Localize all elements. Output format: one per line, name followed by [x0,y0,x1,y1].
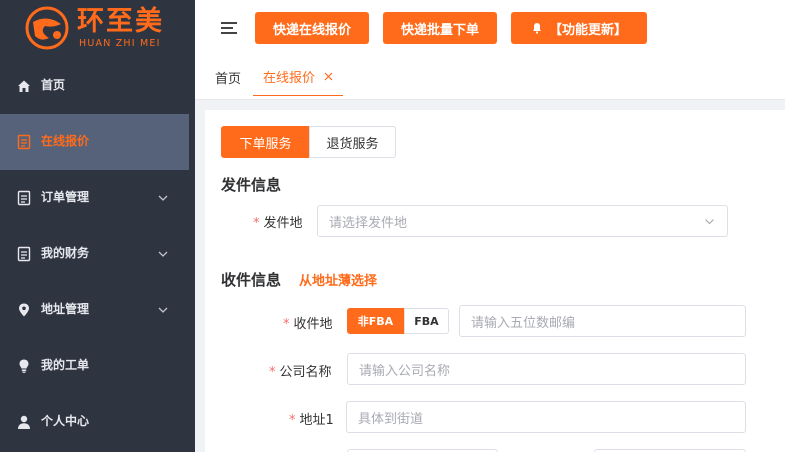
company-input[interactable]: 请输入公司名称 [347,353,746,385]
chevron-down-icon [705,219,714,225]
sidebar-item-home[interactable]: 首页 [0,58,195,114]
address1-placeholder: 具体到街道 [358,411,424,427]
menu-toggle-icon[interactable] [221,21,237,35]
sender-section-title: 发件信息 [221,176,282,194]
sidebar-item-online-quote[interactable]: 在线报价 [0,114,189,170]
postcode-input[interactable]: 请输入五位数邮编 [459,305,746,337]
address-book-link[interactable]: 从地址薄选择 [299,270,377,289]
sidebar-item-label: 我的财务 [41,246,90,260]
brand-subtitle: HUAN ZHI MEI [79,38,161,49]
lightbulb-icon [19,359,29,373]
document-icon [17,134,31,150]
sidebar: 环至美 HUAN ZHI MEI 首页 在线报价 订单管理 我的财务 地址管理 … [0,0,195,452]
recipient-section-title: 收件信息 [221,271,282,289]
globe-logo-icon [25,6,69,50]
close-icon[interactable] [324,72,333,81]
origin-select[interactable]: 请选择发件地 [317,205,728,237]
non-fba-toggle[interactable]: 非FBA [347,308,404,334]
chevron-down-icon [158,307,168,313]
sidebar-item-label: 在线报价 [41,134,90,148]
button-label: 快递批量下单 [400,22,479,38]
address1-label: * 地址1 [289,413,334,428]
home-icon [18,80,30,92]
sidebar-item-label: 我的工单 [41,358,90,372]
brand-logo[interactable]: 环至美 HUAN ZHI MEI [25,4,175,52]
return-service-tab[interactable]: 退货服务 [309,126,396,158]
chevron-down-icon [158,251,168,257]
address1-input[interactable]: 具体到街道 [346,401,746,433]
destination-label: * 收件地 [283,317,333,332]
sidebar-item-tickets[interactable]: 我的工单 [0,338,195,394]
online-quote-button[interactable]: 快递在线报价 [255,12,369,44]
sidebar-item-label: 首页 [41,78,66,92]
fba-toggle[interactable]: FBA [404,308,449,334]
user-icon [18,415,30,429]
page-tabs: 首页 在线报价 [195,58,785,100]
document-icon [17,190,31,206]
tab-online-quote[interactable]: 在线报价 [253,58,344,96]
tab-home[interactable]: 首页 [215,58,241,96]
batch-order-button[interactable]: 快递批量下单 [383,12,497,44]
segment-label: FBA [414,314,439,328]
segment-label: 退货服务 [326,136,379,152]
sidebar-item-label: 订单管理 [41,190,90,204]
location-icon [19,303,29,317]
sidebar-item-label: 地址管理 [41,302,90,316]
tab-label: 在线报价 [263,71,316,86]
button-label: 快递在线报价 [272,22,351,38]
origin-label: * 发件地 [253,216,303,231]
chevron-down-icon [158,195,168,201]
sidebar-menu: 首页 在线报价 订单管理 我的财务 地址管理 我的工单 个人中心 [0,58,195,450]
feature-update-button[interactable]: 【功能更新】 [511,12,647,44]
sidebar-item-finance[interactable]: 我的财务 [0,226,195,282]
top-bar: 快递在线报价 快递批量下单 【功能更新】 [195,0,785,58]
origin-placeholder: 请选择发件地 [329,215,408,231]
company-placeholder: 请输入公司名称 [359,363,451,379]
postcode-placeholder: 请输入五位数邮编 [471,315,576,331]
sidebar-item-orders[interactable]: 订单管理 [0,170,195,226]
sidebar-item-profile[interactable]: 个人中心 [0,394,195,450]
bell-icon [532,23,541,34]
sidebar-item-label: 个人中心 [41,414,90,428]
sidebar-item-addresses[interactable]: 地址管理 [0,282,195,338]
brand-title: 环至美 [77,6,164,37]
button-label: 【功能更新】 [548,22,627,38]
quote-form-card: 下单服务 退货服务 发件信息 * 发件地 请选择发件地 收件信息 从地址薄选择 *… [205,110,785,452]
tab-label: 首页 [215,71,242,87]
document-icon [17,246,31,262]
segment-label: 非FBA [357,315,394,328]
company-label: * 公司名称 [269,365,332,380]
segment-label: 下单服务 [239,136,292,152]
order-service-tab[interactable]: 下单服务 [221,126,310,158]
